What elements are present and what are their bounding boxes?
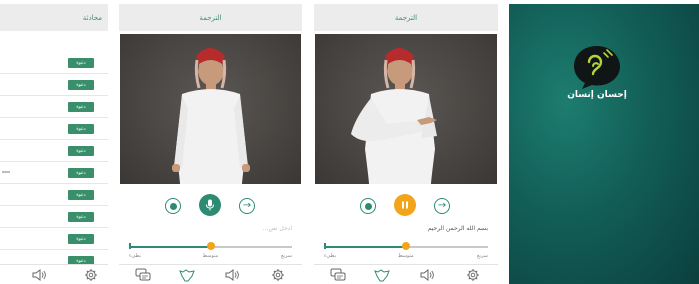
invite-button[interactable]: دعوة — [68, 58, 94, 68]
speed-label-medium: متوسط — [398, 253, 414, 259]
speed-slider[interactable] — [324, 242, 488, 252]
speed-label-medium: متوسط — [202, 253, 219, 259]
chat-icon[interactable] — [134, 267, 152, 283]
speed-labels: بطيء متوسط سريع — [129, 253, 292, 261]
microphone-button[interactable] — [199, 194, 221, 216]
tab-bar — [314, 264, 498, 284]
playback-controls: → — [119, 194, 302, 218]
tab-bar — [0, 264, 108, 284]
speed-slider-knob[interactable] — [402, 242, 410, 250]
list-item: دعوة — [0, 52, 108, 74]
sign-hand-icon[interactable] — [373, 267, 391, 283]
tab-bar — [119, 264, 302, 284]
list-item: دعوة — [0, 162, 108, 184]
translate-header: الترجمة — [119, 4, 302, 31]
chat-icon[interactable] — [329, 267, 347, 283]
pause-icon — [402, 201, 408, 209]
sign-avatar-viewport — [120, 34, 301, 184]
invite-button[interactable]: دعوة — [68, 102, 94, 112]
list-item: دعوة — [0, 96, 108, 118]
invite-button[interactable]: دعوة — [68, 168, 94, 178]
splash-screen: إحسان إنسان — [509, 4, 699, 284]
settings-gear-icon[interactable] — [464, 267, 482, 283]
speed-labels: بطيء متوسط سريع — [324, 253, 488, 261]
avatar-man-figure — [351, 48, 437, 184]
speed-slider-min-tick — [129, 243, 131, 249]
invite-button[interactable]: دعوة — [68, 146, 94, 156]
translate-active-screen: الترجمة → بسم الله الرحمن الرحيم بطيء مت… — [314, 4, 498, 284]
speaker-icon[interactable] — [30, 267, 48, 283]
list-item: دعوة — [0, 184, 108, 206]
speed-slider-knob[interactable] — [206, 242, 215, 250]
arrow-right-icon: → — [437, 200, 447, 211]
record-button[interactable] — [165, 198, 181, 214]
app-screenshots-strip: محادثة دعوة دعوة دعوة دعوة دعوة دعوة دعو… — [0, 0, 699, 284]
translate-title: الترجمة — [394, 13, 418, 22]
settings-gear-icon[interactable] — [269, 267, 287, 283]
playback-controls: → — [314, 194, 498, 218]
invite-button[interactable]: دعوة — [68, 212, 94, 222]
speed-slider-fill — [129, 246, 211, 248]
record-button[interactable] — [360, 198, 376, 214]
sign-hand-icon[interactable] — [178, 267, 196, 283]
translate-idle-screen: الترجمة → ادخل نص... بطيء متوسط سريع — [119, 4, 302, 284]
speed-label-fast: سريع — [476, 253, 488, 259]
invite-button[interactable]: دعوة — [68, 234, 94, 244]
list-item: دعوة — [0, 140, 108, 162]
speaker-icon[interactable] — [223, 267, 241, 283]
list-item: دعوة — [0, 206, 108, 228]
invite-button[interactable]: دعوة — [68, 80, 94, 90]
arrow-right-icon: → — [242, 200, 252, 211]
text-input-field[interactable]: بسم الله الرحمن الرحيم — [324, 225, 488, 237]
speed-label-fast: سريع — [280, 253, 292, 259]
app-name: إحسان إنسان — [567, 90, 627, 100]
next-arrow-button[interactable]: → — [239, 198, 255, 214]
ear-speech-bubble-icon — [574, 46, 620, 89]
sign-avatar-viewport — [315, 34, 497, 184]
chat-list-screen: محادثة دعوة دعوة دعوة دعوة دعوة دعوة دعو… — [0, 4, 108, 284]
pause-button[interactable] — [394, 194, 416, 216]
settings-gear-icon[interactable] — [82, 267, 100, 283]
speed-slider[interactable] — [129, 242, 292, 252]
speaker-icon[interactable] — [418, 267, 436, 283]
list-item: دعوة — [0, 74, 108, 96]
speed-label-slow: بطيء — [324, 253, 337, 259]
invite-button[interactable]: دعوة — [68, 190, 94, 200]
invite-button[interactable]: دعوة — [68, 124, 94, 134]
list-item: دعوة — [0, 118, 108, 140]
translate-header: الترجمة — [314, 4, 498, 31]
microphone-icon — [206, 199, 214, 211]
text-input-field[interactable]: ادخل نص... — [129, 225, 292, 237]
chat-list-header: محادثة — [0, 4, 108, 31]
list-item: دعوة — [0, 228, 108, 250]
avatar-man-figure — [172, 48, 250, 184]
chat-list-title: محادثة — [82, 13, 102, 22]
contact-name-snippet — [2, 171, 10, 173]
translate-title: الترجمة — [199, 13, 222, 22]
next-arrow-button[interactable]: → — [434, 198, 450, 214]
speed-slider-min-tick — [324, 243, 326, 249]
speed-slider-fill — [324, 246, 406, 248]
speed-label-slow: بطيء — [129, 253, 142, 259]
